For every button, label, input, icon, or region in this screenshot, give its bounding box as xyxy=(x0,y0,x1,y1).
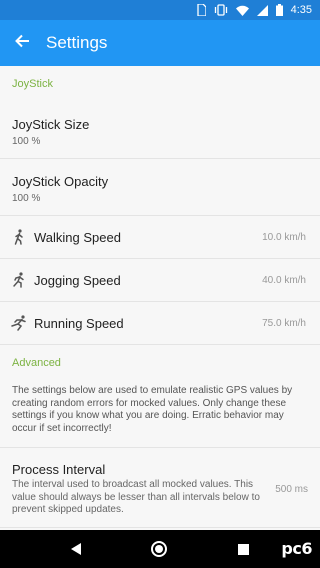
nav-home-icon[interactable] xyxy=(151,541,168,557)
arrow-back-icon xyxy=(14,33,30,54)
watermark-logo: pc6 xyxy=(281,539,312,558)
pref-value: 40.0 km/h xyxy=(262,274,306,286)
pref-title: Jogging Speed xyxy=(34,272,121,288)
pref-process-interval[interactable]: Process Interval The interval used to br… xyxy=(0,448,320,528)
nav-recents-icon[interactable] xyxy=(237,543,249,555)
wifi-icon xyxy=(235,5,249,16)
pref-title: Walking Speed xyxy=(34,229,121,245)
battery-icon xyxy=(275,4,283,16)
pref-joystick-opacity[interactable]: JoyStick Opacity 100 % xyxy=(0,159,320,216)
pref-running-speed[interactable]: Running Speed 75.0 km/h xyxy=(0,302,320,345)
pref-title: JoyStick Opacity xyxy=(12,174,109,189)
navigation-bar xyxy=(0,530,320,568)
app-bar: Settings xyxy=(0,20,320,66)
running-icon xyxy=(10,314,28,332)
page-title: Settings xyxy=(46,33,108,52)
vibrate-icon xyxy=(214,4,228,16)
pref-summary: The interval used to broadcast all mocke… xyxy=(12,479,260,515)
clock: 4:35 xyxy=(290,4,312,16)
pref-value: 500 ms xyxy=(275,483,308,495)
jogging-icon xyxy=(10,271,28,289)
pref-value: 10.0 km/h xyxy=(262,231,306,243)
advanced-info-text: The settings below are used to emulate r… xyxy=(0,381,320,448)
pref-title: Running Speed xyxy=(34,315,124,331)
pref-jogging-speed[interactable]: Jogging Speed 40.0 km/h xyxy=(0,259,320,302)
sim-card-icon xyxy=(196,4,206,16)
pref-value: 100 % xyxy=(12,193,41,204)
pref-value: 75.0 km/h xyxy=(262,317,306,329)
settings-list[interactable]: JoyStick JoyStick Size 100 % JoyStick Op… xyxy=(0,66,320,530)
nav-back-icon[interactable] xyxy=(71,543,82,555)
pref-walking-speed[interactable]: Walking Speed 10.0 km/h xyxy=(0,216,320,259)
walking-icon xyxy=(10,228,28,246)
pref-title: Process Interval xyxy=(12,462,106,477)
section-header-joystick: JoyStick xyxy=(12,78,53,90)
pref-value: 100 % xyxy=(12,136,41,147)
pref-joystick-size[interactable]: JoyStick Size 100 % xyxy=(0,102,320,159)
section-header-advanced: Advanced xyxy=(12,357,61,369)
back-button[interactable] xyxy=(0,20,44,66)
pref-title: JoyStick Size xyxy=(12,117,90,132)
signal-icon xyxy=(256,4,268,16)
status-bar: 4:35 xyxy=(0,0,320,20)
